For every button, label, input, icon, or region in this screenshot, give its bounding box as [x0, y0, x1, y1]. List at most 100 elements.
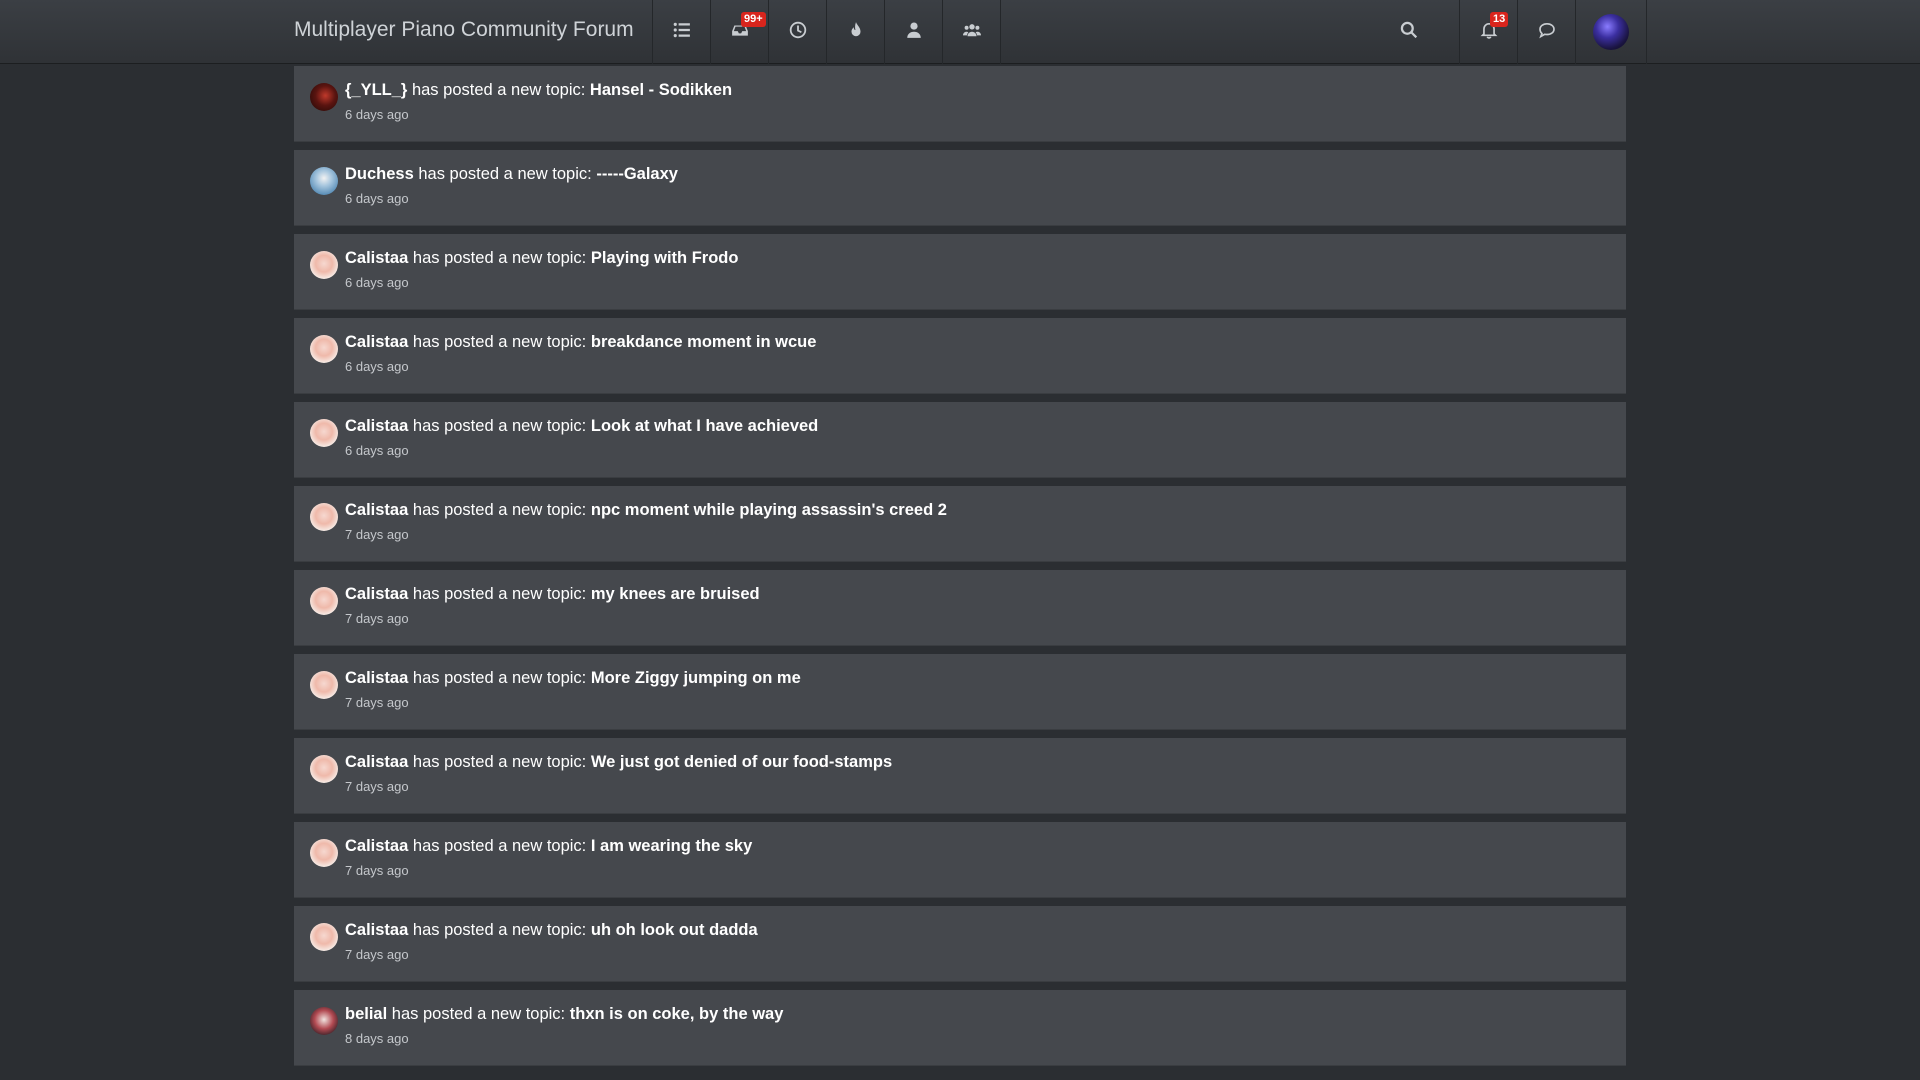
- topic-link[interactable]: Look at what I have achieved: [591, 417, 818, 435]
- nav-users[interactable]: [884, 0, 942, 64]
- topic-link[interactable]: Playing with Frodo: [591, 249, 739, 267]
- username-link[interactable]: {_YLL_}: [345, 81, 407, 99]
- avatar[interactable]: [310, 1007, 338, 1035]
- activity-line: {_YLL_} has posted a new topic: Hansel -…: [345, 81, 732, 100]
- search-button[interactable]: [1380, 0, 1437, 64]
- main-nav: 99+: [652, 0, 1001, 64]
- activity-line: Calistaa has posted a new topic: breakda…: [345, 333, 816, 352]
- activity-verb: has posted a new topic:: [412, 333, 587, 351]
- topic-feed: {_YLL_} has posted a new topic: Hansel -…: [294, 66, 1626, 1074]
- username-link[interactable]: Calistaa: [345, 501, 408, 519]
- timestamp: 6 days ago: [345, 107, 409, 122]
- list-icon: [673, 21, 691, 44]
- timestamp: 7 days ago: [345, 779, 409, 794]
- avatar[interactable]: [310, 251, 338, 279]
- topic-link[interactable]: breakdance moment in wcue: [591, 333, 817, 351]
- activity-verb: has posted a new topic:: [412, 585, 587, 603]
- search-icon: [1400, 21, 1418, 44]
- avatar[interactable]: [310, 335, 338, 363]
- top-navbar: Multiplayer Piano Community Forum 99+ 13: [0, 0, 1920, 64]
- activity-line: Calistaa has posted a new topic: uh oh l…: [345, 921, 758, 940]
- activity-line: Calistaa has posted a new topic: We just…: [345, 753, 892, 772]
- topic-link[interactable]: I am wearing the sky: [591, 837, 752, 855]
- avatar[interactable]: [310, 671, 338, 699]
- activity-verb: has posted a new topic:: [412, 921, 587, 939]
- activity-line: Duchess has posted a new topic: -----Gal…: [345, 165, 678, 184]
- list-item: Calistaa has posted a new topic: my knee…: [294, 570, 1626, 646]
- user-menu-button[interactable]: [1575, 0, 1647, 64]
- avatar[interactable]: [310, 419, 338, 447]
- nav-unread[interactable]: 99+: [710, 0, 768, 64]
- username-link[interactable]: Calistaa: [345, 753, 408, 771]
- activity-line: Calistaa has posted a new topic: npc mom…: [345, 501, 947, 520]
- activity-line: Calistaa has posted a new topic: I am we…: [345, 837, 752, 856]
- topic-link[interactable]: More Ziggy jumping on me: [591, 669, 801, 687]
- list-item: Calistaa has posted a new topic: Look at…: [294, 402, 1626, 478]
- avatar[interactable]: [310, 83, 338, 111]
- topic-link[interactable]: my knees are bruised: [591, 585, 760, 603]
- list-item: {_YLL_} has posted a new topic: Hansel -…: [294, 66, 1626, 142]
- timestamp: 7 days ago: [345, 611, 409, 626]
- nav-recent[interactable]: [768, 0, 826, 64]
- timestamp: 7 days ago: [345, 695, 409, 710]
- activity-verb: has posted a new topic:: [412, 837, 587, 855]
- timestamp: 6 days ago: [345, 443, 409, 458]
- activity-line: belial has posted a new topic: thxn is o…: [345, 1005, 783, 1024]
- timestamp: 8 days ago: [345, 1031, 409, 1046]
- activity-line: Calistaa has posted a new topic: my knee…: [345, 585, 760, 604]
- avatar[interactable]: [310, 755, 338, 783]
- activity-line: Calistaa has posted a new topic: Look at…: [345, 417, 818, 436]
- topic-link[interactable]: uh oh look out dadda: [591, 921, 758, 939]
- timestamp: 6 days ago: [345, 359, 409, 374]
- avatar[interactable]: [310, 839, 338, 867]
- nav-groups[interactable]: [942, 0, 1001, 64]
- timestamp: 7 days ago: [345, 527, 409, 542]
- timestamp: 6 days ago: [345, 191, 409, 206]
- notifications-badge: 13: [1490, 12, 1509, 27]
- activity-verb: has posted a new topic:: [412, 753, 587, 771]
- list-item: Calistaa has posted a new topic: npc mom…: [294, 486, 1626, 562]
- list-item: Calistaa has posted a new topic: More Zi…: [294, 654, 1626, 730]
- forum-title[interactable]: Multiplayer Piano Community Forum: [294, 0, 634, 64]
- chat-icon: [1538, 21, 1556, 44]
- timestamp: 6 days ago: [345, 275, 409, 290]
- activity-verb: has posted a new topic:: [418, 165, 592, 183]
- chats-button[interactable]: [1517, 0, 1575, 64]
- list-item: belial has posted a new topic: thxn is o…: [294, 990, 1626, 1066]
- username-link[interactable]: belial: [345, 1005, 387, 1023]
- list-item: Duchess has posted a new topic: -----Gal…: [294, 150, 1626, 226]
- username-link[interactable]: Duchess: [345, 165, 414, 183]
- username-link[interactable]: Calistaa: [345, 669, 408, 687]
- activity-verb: has posted a new topic:: [412, 501, 587, 519]
- topic-link[interactable]: We just got denied of our food-stamps: [591, 753, 892, 771]
- username-link[interactable]: Calistaa: [345, 585, 408, 603]
- list-item: Calistaa has posted a new topic: We just…: [294, 738, 1626, 814]
- activity-verb: has posted a new topic:: [391, 1005, 566, 1023]
- topic-link[interactable]: thxn is on coke, by the way: [570, 1005, 784, 1023]
- topic-link[interactable]: -----Galaxy: [596, 165, 678, 183]
- list-item: Calistaa has posted a new topic: breakda…: [294, 318, 1626, 394]
- username-link[interactable]: Calistaa: [345, 249, 408, 267]
- username-link[interactable]: Calistaa: [345, 417, 408, 435]
- username-link[interactable]: Calistaa: [345, 921, 408, 939]
- username-link[interactable]: Calistaa: [345, 333, 408, 351]
- timestamp: 7 days ago: [345, 863, 409, 878]
- nav-popular[interactable]: [826, 0, 884, 64]
- topic-link[interactable]: npc moment while playing assassin's cree…: [591, 501, 947, 519]
- topic-link[interactable]: Hansel - Sodikken: [590, 81, 732, 99]
- list-item: Calistaa has posted a new topic: Playing…: [294, 234, 1626, 310]
- nav-categories[interactable]: [652, 0, 710, 64]
- activity-verb: has posted a new topic:: [411, 81, 586, 99]
- list-item: Calistaa has posted a new topic: uh oh l…: [294, 906, 1626, 982]
- notifications-button[interactable]: 13: [1459, 0, 1517, 64]
- avatar[interactable]: [310, 587, 338, 615]
- user-icon: [905, 21, 923, 44]
- avatar: [1593, 14, 1629, 50]
- username-link[interactable]: Calistaa: [345, 837, 408, 855]
- list-item: Calistaa has posted a new topic: I am we…: [294, 822, 1626, 898]
- timestamp: 7 days ago: [345, 947, 409, 962]
- avatar[interactable]: [310, 167, 338, 195]
- avatar[interactable]: [310, 923, 338, 951]
- avatar[interactable]: [310, 503, 338, 531]
- activity-line: Calistaa has posted a new topic: More Zi…: [345, 669, 801, 688]
